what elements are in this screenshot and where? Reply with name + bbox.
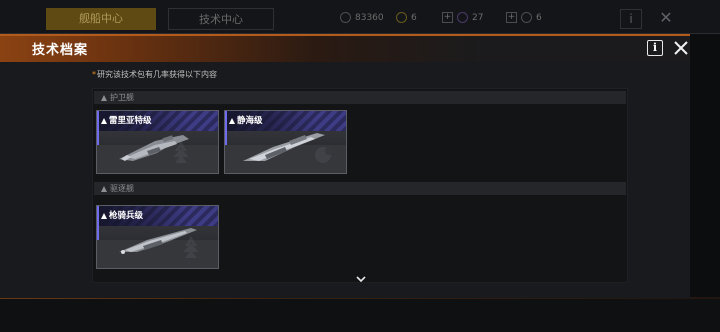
deuterium-icon — [521, 12, 532, 23]
ship-card-lancer[interactable]: 枪骑兵级 — [96, 205, 219, 269]
tab-tech-center[interactable]: 技术中心 — [168, 8, 274, 30]
add-deuterium-icon[interactable]: + — [506, 12, 517, 23]
background-bottom-bar — [0, 297, 720, 332]
credits-value: 83360 — [355, 12, 384, 23]
metal-icon — [396, 12, 407, 23]
category-name: 驱逐舰 — [110, 184, 134, 193]
bg-close-button[interactable]: ✕ — [652, 9, 680, 29]
dialog-header: 技术档案 i — [0, 36, 690, 62]
hint-text-row: *研究该技术包有几率获得以下内容 — [92, 69, 217, 80]
crystal-icon — [457, 12, 468, 23]
ship-name: 雷里亚特级 — [101, 114, 152, 126]
tab-ship-center[interactable]: 舰船中心 — [46, 8, 156, 30]
bg-info-button[interactable]: i — [620, 9, 642, 29]
resource-crystal: + 27 — [442, 12, 483, 23]
dialog-title: 技术档案 — [32, 43, 89, 58]
close-icon[interactable] — [672, 39, 690, 57]
category-header-destroyer[interactable]: 驱逐舰 — [94, 182, 626, 195]
credits-icon — [340, 12, 351, 23]
hint-text: 研究该技术包有几率获得以下内容 — [97, 70, 217, 79]
reward-list[interactable]: 护卫舰 雷里亚特级 静海级 驱逐舰 枪骑兵级 — [92, 88, 628, 283]
ship-name: 静海级 — [229, 114, 263, 126]
deuterium-value: 6 — [536, 12, 542, 23]
category-header-frigate[interactable]: 护卫舰 — [94, 91, 626, 104]
add-crystal-icon[interactable]: + — [442, 12, 453, 23]
crystal-value: 27 — [472, 12, 484, 23]
hint-star: * — [92, 70, 96, 79]
info-icon[interactable]: i — [647, 40, 663, 56]
ship-card-relia[interactable]: 雷里亚特级 — [96, 110, 219, 174]
tech-archive-dialog: 技术档案 i *研究该技术包有几率获得以下内容 护卫舰 雷里亚特级 静海级 驱逐… — [0, 34, 690, 298]
collapse-triangle-icon — [101, 186, 107, 192]
metal-value: 6 — [411, 12, 417, 23]
ship-card-jinghai[interactable]: 静海级 — [224, 110, 347, 174]
ship-name: 枪骑兵级 — [101, 209, 143, 221]
chevron-down-icon[interactable] — [355, 275, 367, 283]
collapse-triangle-icon — [101, 95, 107, 101]
category-name: 护卫舰 — [110, 93, 134, 102]
resource-credits: 83360 — [340, 12, 384, 23]
background-top-bar: 舰船中心 技术中心 83360 6 + 27 + 6 i ✕ — [0, 0, 720, 34]
resource-deuterium: + 6 — [506, 12, 542, 23]
resource-metal: 6 — [396, 12, 417, 23]
